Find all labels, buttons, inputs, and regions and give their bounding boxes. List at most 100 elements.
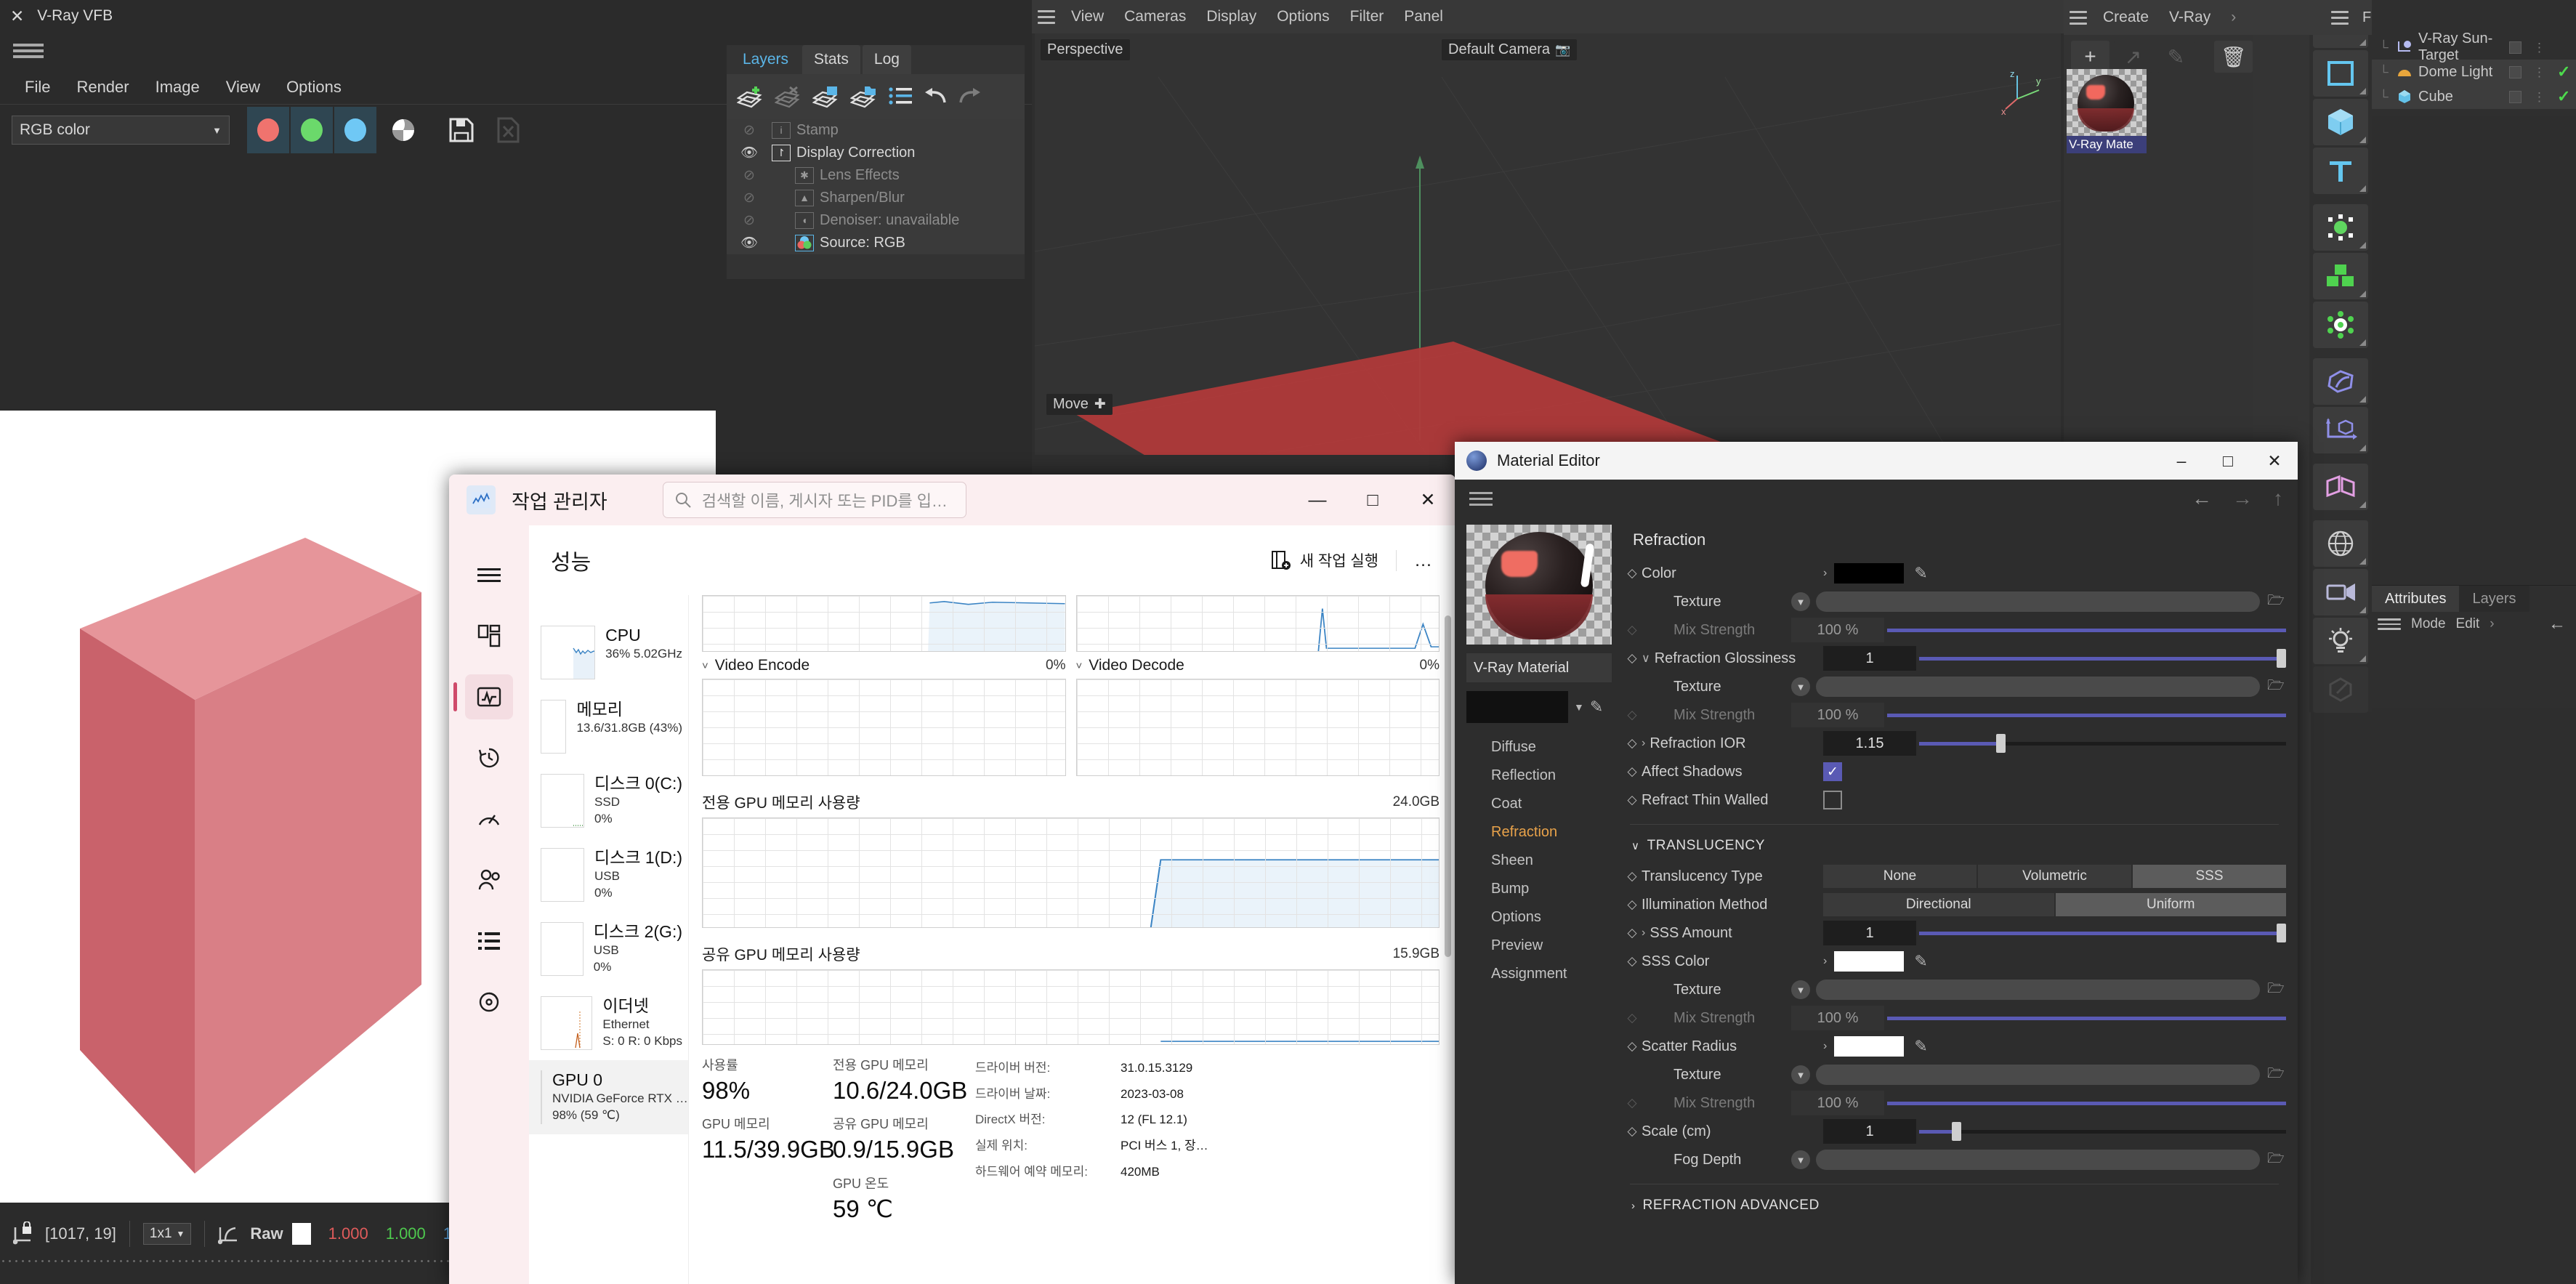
details-icon[interactable] [449,910,529,972]
3d-viewport[interactable]: Perspective Default Camera 📷 Move ✚ z y … [1035,33,2061,455]
texture-dropdown-icon[interactable]: ▼ [1791,1150,1810,1169]
me-nav-coat[interactable]: Coat [1466,790,1608,818]
affect-shadows-checkbox[interactable]: ✓ [1823,762,1842,781]
material-editor-hamburger-icon[interactable] [1469,488,1493,509]
viewport-view-label[interactable]: Perspective [1041,39,1130,60]
folder-icon[interactable]: 🗁 [2267,675,2286,698]
vp-menu-panel[interactable]: Panel [1394,8,1453,25]
alpha-channel-icon[interactable] [384,110,423,150]
texture-field[interactable] [1816,591,2260,612]
outliner-row-cube[interactable]: └ Cube ⋮ ✓ [2372,84,2576,109]
tab-stats[interactable]: Stats [802,45,860,74]
texture-dropdown-icon[interactable]: ▼ [1791,1065,1810,1084]
folder-icon[interactable]: 🗁 [2267,590,2286,613]
startup-icon[interactable] [449,788,529,849]
attributes-more-chevron-icon[interactable]: › [2490,616,2494,632]
maximize-icon[interactable]: □ [1345,475,1400,525]
vp-menu-display[interactable]: Display [1196,8,1267,25]
keyframe-diamond-icon[interactable]: ◇ [1623,926,1642,940]
expand-chevron-icon[interactable]: › [1823,567,1827,580]
material-name-field[interactable]: V-Ray Material [1466,653,1612,682]
prop-value[interactable]: 100 % [1791,618,1884,642]
point-icon[interactable] [2313,204,2368,251]
outliner-row-dome-light[interactable]: └ Dome Light ⋮ ✓ [2372,60,2576,84]
rectangle-icon[interactable] [2313,50,2368,97]
prop-slider[interactable] [1919,646,2286,671]
add-icon[interactable]: + [2071,41,2109,73]
eye-off-icon[interactable]: ⊘ [727,212,772,229]
vp-menu-view[interactable]: View [1061,8,1114,25]
me-nav-assignment[interactable]: Assignment [1466,960,1608,988]
me-nav-sheen[interactable]: Sheen [1466,847,1608,875]
outliner-dots-icon[interactable]: ⋮ [2533,91,2545,103]
expand-chevron-icon[interactable]: › [1642,737,1645,750]
prop-value[interactable]: 100 % [1791,1006,1884,1030]
list-item[interactable]: 이더넷 Ethernet S: 0 R: 0 Kbps [529,986,688,1060]
me-nav-preview[interactable]: Preview [1466,932,1608,960]
refract-thin-walled-checkbox[interactable] [1823,791,1842,809]
open-layers-icon[interactable] [850,85,878,108]
folder-icon[interactable]: 🗁 [2267,1148,2286,1171]
outliner-visibility-toggle[interactable]: ✓ [2557,62,2576,81]
prop-value[interactable]: 1 [1823,1119,1916,1144]
prop-value[interactable]: 1 [1823,921,1916,945]
blue-channel-button[interactable] [334,107,376,153]
eye-icon[interactable]: 👁 [727,234,772,251]
eye-off-icon[interactable]: ⊘ [727,167,772,184]
tab-attributes[interactable]: Attributes [2372,586,2460,612]
seg-uniform[interactable]: Uniform [2055,893,2286,916]
save-icon[interactable] [442,110,481,150]
camera-icon[interactable] [2313,569,2368,615]
list-item[interactable]: 디스크 1(D:) USB 0% [529,838,688,912]
prop-slider[interactable] [1919,921,2286,945]
material-color-swatch[interactable] [1466,691,1568,723]
pencil-hex-icon[interactable] [2313,666,2368,713]
undo-icon[interactable] [923,86,948,107]
viewport-tool-label[interactable]: Move ✚ [1046,394,1113,415]
processes-icon[interactable] [449,605,529,666]
material-preview[interactable] [1466,525,1612,645]
viewport-camera-label[interactable]: Default Camera 📷 [1442,39,1578,60]
chevron-down-icon[interactable]: ▼ [1574,701,1584,713]
vfb-menu-options[interactable]: Options [273,78,355,97]
outliner-dots-icon[interactable]: ⋮ [2533,66,2545,78]
folder-icon[interactable]: 🗁 [2267,978,2286,1001]
slider-knob[interactable] [2277,649,2286,668]
vfb-menu-render[interactable]: Render [63,78,142,97]
me-nav-reflection[interactable]: Reflection [1466,762,1608,790]
maximize-icon[interactable]: □ [2205,442,2251,480]
back-arrow-icon[interactable]: ← [2548,614,2566,634]
sss-color-swatch[interactable] [1834,951,1905,972]
prop-value[interactable]: 100 % [1791,703,1884,727]
prop-value[interactable]: 1.15 [1823,731,1916,756]
layer-row-denoiser[interactable]: ⊘ ◖ Denoiser: unavailable [727,209,1025,232]
prop-slider[interactable] [1887,1091,2286,1115]
delete-layer-icon[interactable] [775,85,802,108]
trash-icon[interactable]: 🗑 [2214,41,2253,73]
vp-menu-options[interactable]: Options [1267,8,1339,25]
list-item[interactable]: 메모리 13.6/31.8GB (43%) [529,690,688,764]
minimize-icon[interactable]: — [1290,475,1345,525]
seg-directional[interactable]: Directional [1823,893,2054,916]
slider-knob[interactable] [1996,734,2006,753]
group-refraction-advanced[interactable]: › REFRACTION ADVANCED [1631,1198,2286,1214]
viewport-hamburger-icon[interactable] [1032,6,1061,28]
vfb-menu-image[interactable]: Image [142,78,213,97]
up-arrow-icon[interactable]: ↑ [2273,487,2283,510]
outliner-dots-icon[interactable]: ⋮ [2533,41,2545,54]
maya-menu-more-chevron-icon[interactable]: › [2221,9,2246,26]
vp-menu-filter[interactable]: Filter [1340,8,1394,25]
prop-value[interactable]: 100 % [1791,1091,1884,1115]
keyframe-diamond-icon[interactable]: ◇ [1623,793,1642,807]
keyframe-diamond-icon[interactable]: ◇ [1623,736,1642,751]
blocks-icon[interactable] [2313,253,2368,299]
scrollbar-thumb[interactable] [1445,615,1451,957]
texture-dropdown-icon[interactable]: ▼ [1791,980,1810,999]
prop-slider[interactable] [1919,731,2286,756]
list-item[interactable]: 디스크 0(C:) SSD 0% [529,764,688,838]
eye-icon[interactable]: 👁 [727,144,772,161]
eyedropper-icon[interactable]: ✎ [1914,564,1927,583]
seg-sss[interactable]: SSS [2133,865,2286,888]
close-icon[interactable]: ✕ [10,7,24,26]
services-icon[interactable] [449,972,529,1033]
